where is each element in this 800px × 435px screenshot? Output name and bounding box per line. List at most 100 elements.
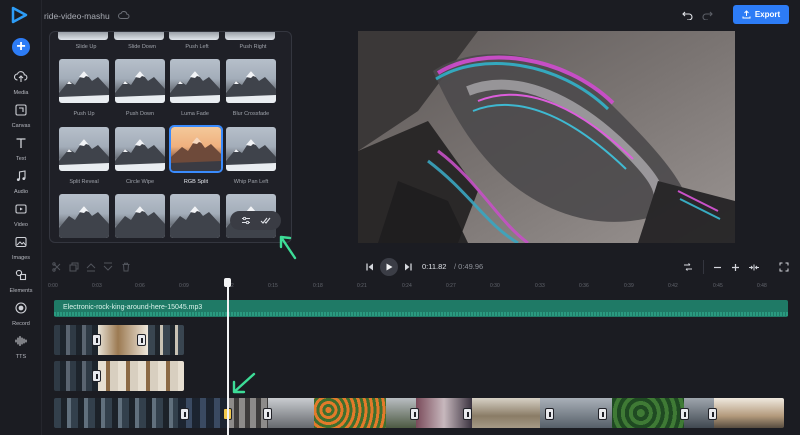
mountain-thumbnail-icon — [170, 206, 220, 238]
undo-icon[interactable] — [682, 10, 693, 20]
sidebar-item-label: Text — [15, 156, 27, 162]
transition-marker[interactable] — [545, 408, 554, 420]
transition-marker[interactable] — [708, 408, 717, 420]
transition-label-selected: RGB Split — [183, 179, 209, 185]
transition-tile[interactable] — [170, 194, 220, 238]
audio-clip[interactable]: Electronic-rock-king-around-here-15045.m… — [54, 300, 788, 317]
redo-icon[interactable] — [702, 10, 713, 20]
ruler-label: 0:36 — [579, 283, 589, 289]
transition-label: Circle Wipe — [125, 179, 155, 185]
app-logo-icon[interactable] — [10, 6, 28, 24]
split-icon[interactable] — [52, 262, 62, 272]
transition-marker[interactable] — [92, 370, 101, 382]
ruler-label: 0:24 — [402, 283, 412, 289]
sidebar-item-label: Elements — [9, 288, 33, 294]
toolbar-divider — [703, 260, 704, 274]
project-name[interactable]: ride-video-mashu — [44, 11, 110, 21]
add-button[interactable]: + — [12, 38, 30, 56]
cloud-upload-icon — [14, 71, 28, 82]
trash-icon[interactable] — [121, 262, 131, 272]
sidebar-item-tts[interactable]: TTS — [0, 334, 42, 361]
video-preview[interactable] — [358, 31, 735, 243]
transition-tile[interactable] — [169, 32, 219, 40]
transition-tile[interactable] — [115, 194, 165, 238]
ruler-label: 0:42 — [668, 283, 678, 289]
transition-settings-toolbar — [230, 211, 281, 230]
sidebar-item-record[interactable]: Record — [0, 301, 42, 328]
transition-tile-luma-fade[interactable] — [170, 59, 220, 103]
ruler-label: 0:30 — [490, 283, 500, 289]
annotation-arrow-icon — [232, 372, 256, 394]
sidebar-item-text[interactable]: Text — [0, 136, 42, 163]
ruler-label: 0:09 — [179, 283, 189, 289]
mountain-thumbnail-icon — [115, 71, 165, 103]
video-clip[interactable] — [54, 361, 184, 391]
transition-tile[interactable] — [225, 32, 275, 40]
zoom-out-icon[interactable] — [713, 263, 722, 272]
mountain-thumbnail-icon — [59, 71, 109, 103]
snap-toggle-icon[interactable] — [683, 262, 693, 272]
skip-back-icon[interactable] — [366, 263, 374, 271]
send-backward-icon[interactable] — [103, 262, 113, 272]
transition-label: Push Down — [125, 111, 155, 117]
transition-marker[interactable] — [137, 334, 146, 346]
ruler-label: 0:21 — [357, 283, 367, 289]
transition-label: Push Up — [73, 111, 95, 117]
ruler-label: 0:03 — [92, 283, 102, 289]
mountain-thumbnail-icon — [115, 139, 165, 171]
waveform-icon — [15, 335, 27, 347]
skip-forward-icon[interactable] — [404, 263, 412, 271]
transition-label: Slide Up — [75, 44, 97, 50]
play-icon — [386, 263, 393, 271]
transition-tile-circle-wipe[interactable] — [115, 127, 165, 171]
transition-tile-split-reveal[interactable] — [59, 127, 109, 171]
mountain-thumbnail-icon — [171, 137, 221, 171]
transition-marker[interactable] — [180, 408, 189, 420]
sidebar-item-media[interactable]: Media — [0, 70, 42, 97]
mountain-thumbnail-icon — [226, 71, 276, 103]
export-button[interactable]: Export — [733, 5, 789, 24]
playhead-handle[interactable] — [224, 278, 231, 287]
sidebar-item-elements[interactable]: Elements — [0, 268, 42, 295]
transition-marker[interactable] — [680, 408, 689, 420]
sidebar-item-canvas[interactable]: Canvas — [0, 103, 42, 130]
transition-tile-push-down[interactable] — [115, 59, 165, 103]
transition-label: Push Left — [185, 44, 209, 50]
transition-marker[interactable] — [92, 334, 101, 346]
transition-marker[interactable] — [263, 408, 272, 420]
sidebar-item-label: Images — [11, 255, 31, 261]
transition-marker[interactable] — [410, 408, 419, 420]
transition-tile[interactable] — [114, 32, 164, 40]
zoom-in-icon[interactable] — [731, 263, 740, 272]
transition-tile-push-up[interactable] — [59, 59, 109, 103]
copy-icon[interactable] — [69, 262, 79, 272]
sidebar-item-video[interactable]: Video — [0, 202, 42, 229]
playhead[interactable] — [227, 278, 229, 435]
text-icon — [16, 138, 26, 148]
sidebar-item-audio[interactable]: Audio — [0, 169, 42, 196]
sidebar-item-images[interactable]: Images — [0, 235, 42, 262]
apply-all-icon[interactable] — [260, 216, 271, 225]
annotation-arrow-icon — [279, 235, 297, 260]
ruler-label: 0:00 — [48, 283, 58, 289]
transition-label: Luma Fade — [181, 111, 209, 117]
transition-tile-blur-crossfade[interactable] — [226, 59, 276, 103]
transition-marker[interactable] — [598, 408, 607, 420]
transition-tile-rgb-split[interactable] — [169, 125, 223, 173]
transition-tile-whip-pan-left[interactable] — [226, 127, 276, 171]
transition-label: Whip Pan Left — [233, 179, 269, 185]
bring-forward-icon[interactable] — [86, 262, 96, 272]
total-duration: / 0:49.96 — [454, 262, 484, 271]
transition-marker[interactable] — [463, 408, 472, 420]
fit-timeline-icon[interactable] — [748, 263, 760, 272]
ruler-label: 0:15 — [268, 283, 278, 289]
play-button[interactable] — [380, 258, 398, 276]
fullscreen-icon[interactable] — [779, 262, 789, 272]
video-clip[interactable] — [54, 325, 184, 355]
transition-tile[interactable] — [58, 32, 108, 40]
video-icon — [15, 204, 27, 214]
transition-tile[interactable] — [59, 194, 109, 238]
music-note-icon — [16, 170, 26, 181]
adjust-settings-icon[interactable] — [241, 216, 251, 225]
video-clip-main[interactable] — [54, 398, 784, 428]
